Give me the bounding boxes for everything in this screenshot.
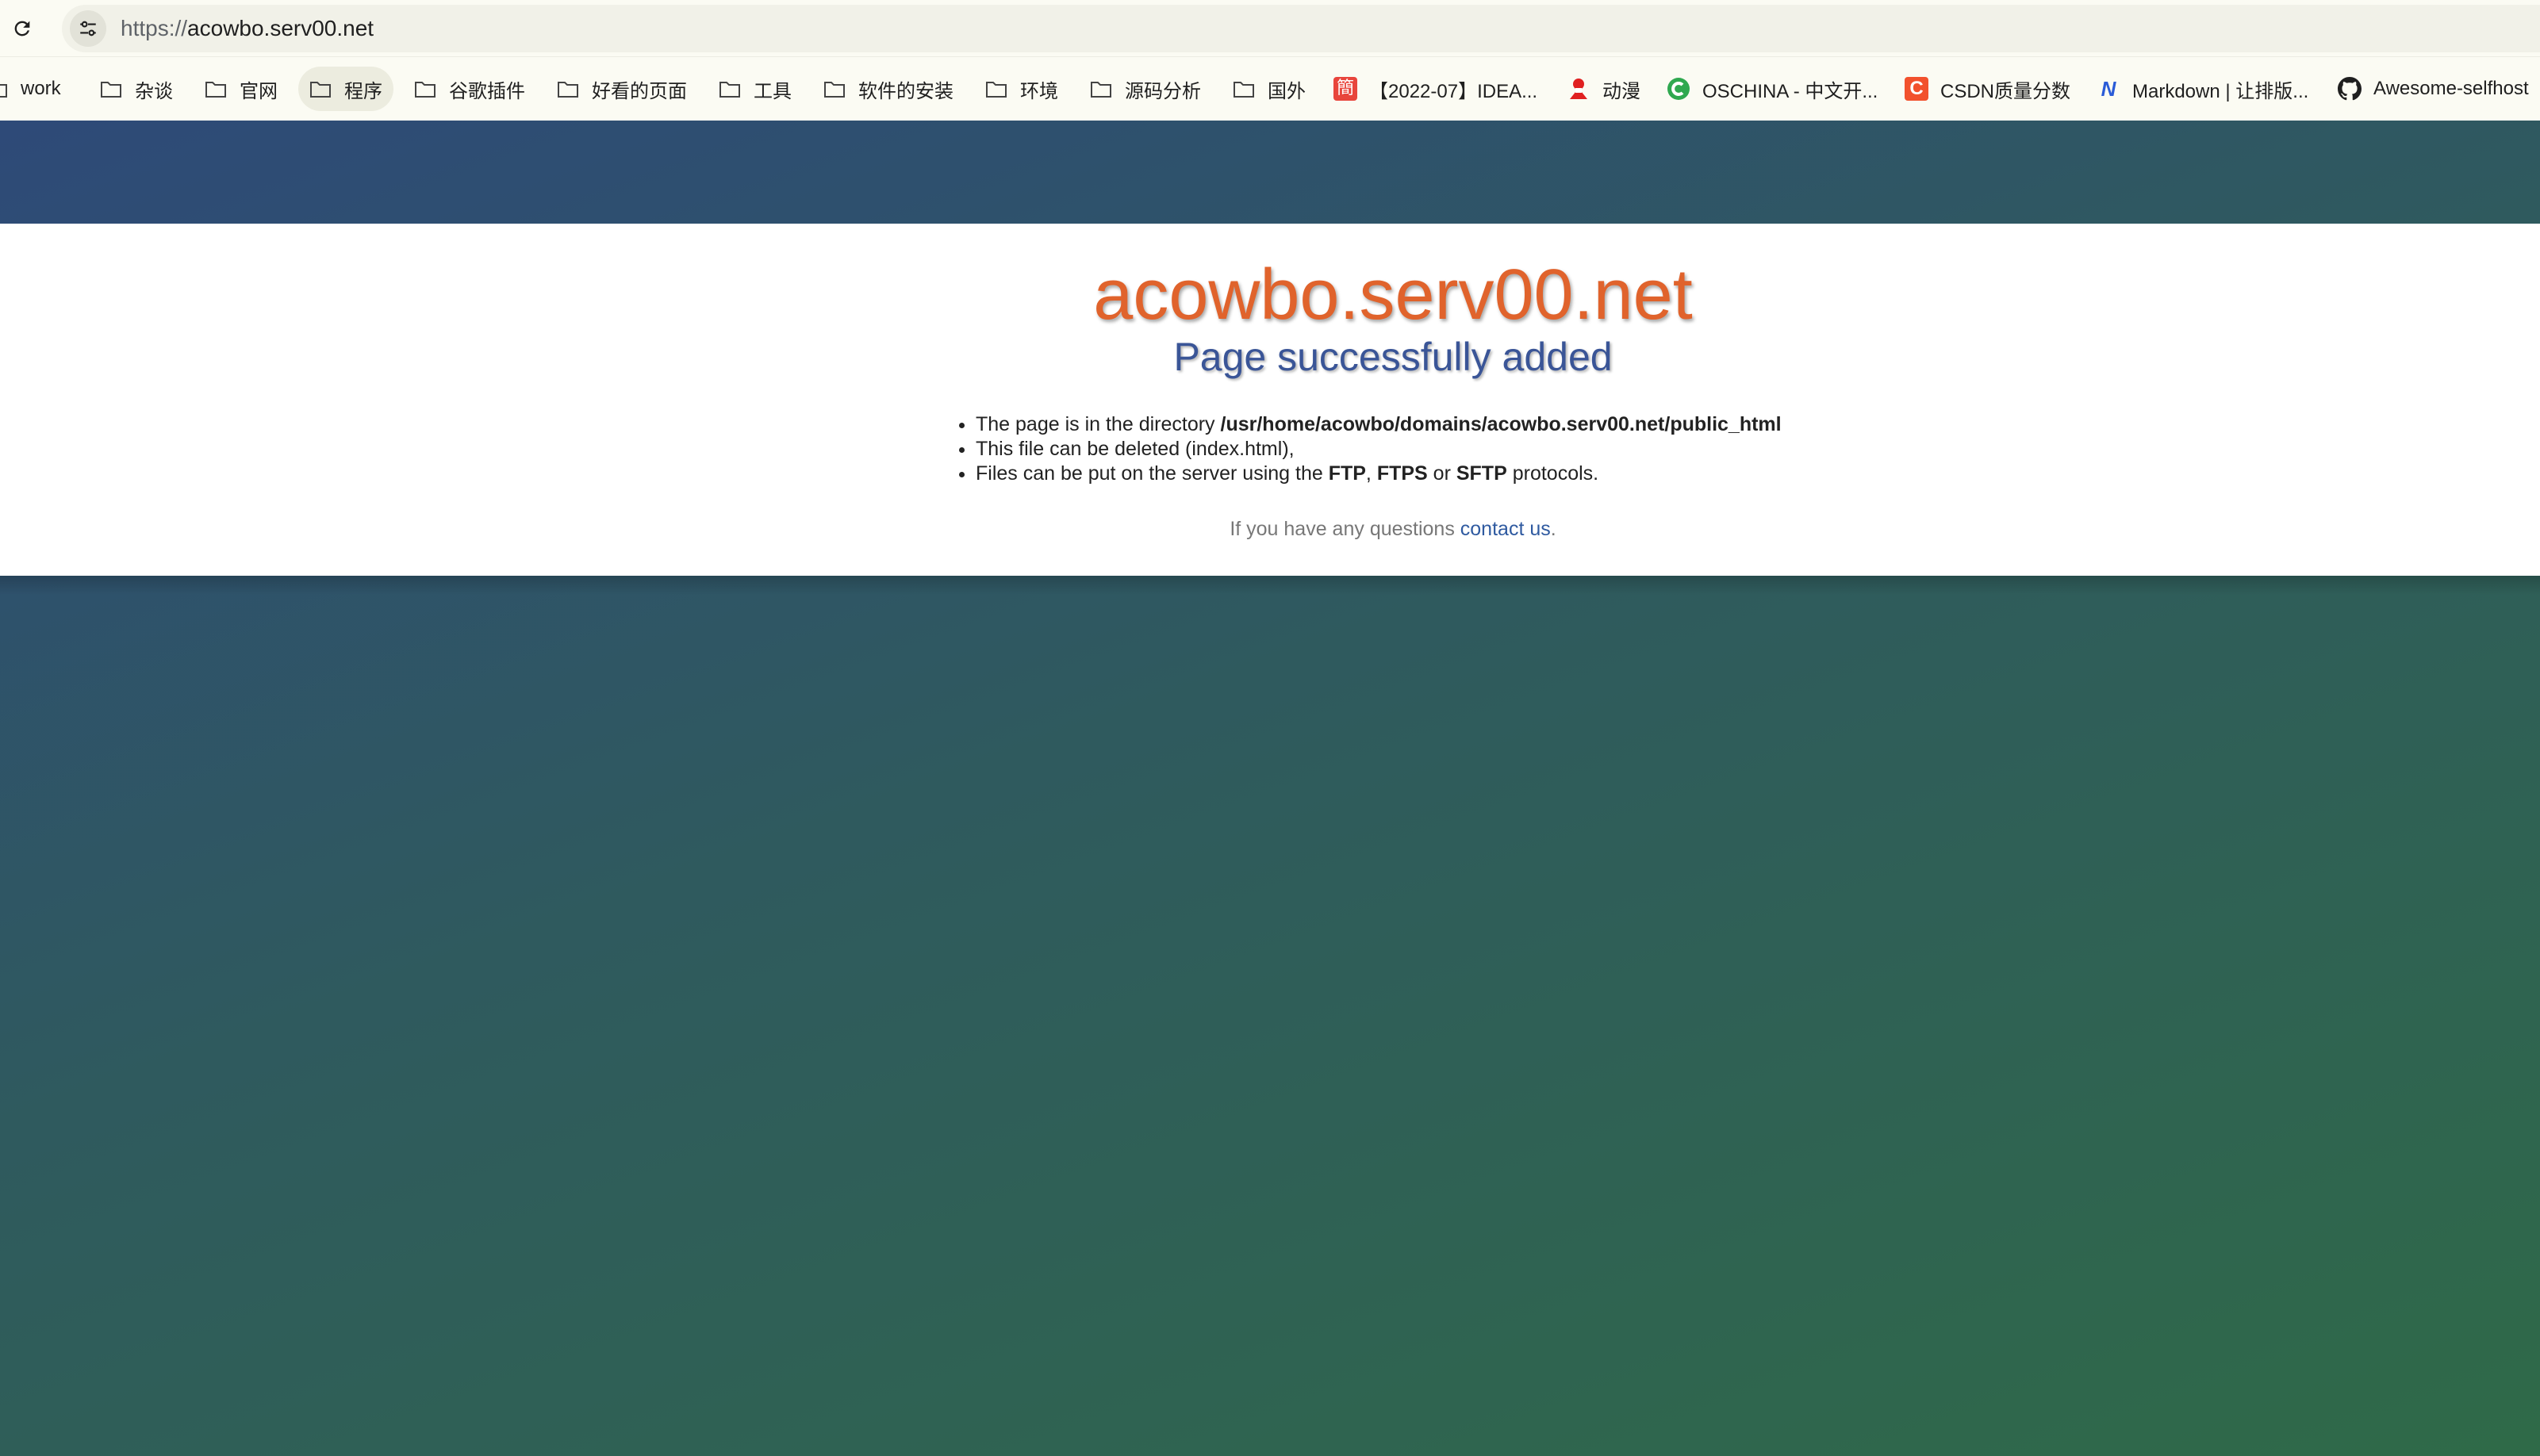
- protocol-ftps: FTPS: [1376, 462, 1428, 485]
- questions-end: .: [1550, 518, 1556, 540]
- folder-icon: [1088, 76, 1114, 102]
- bookmark-label: 谷歌插件: [449, 80, 525, 102]
- folder-icon: [98, 76, 124, 102]
- bookmark-label: 官网: [240, 80, 278, 102]
- questions-line: If you have any questions contact us.: [0, 517, 2540, 541]
- bookmark-folder-source-analysis[interactable]: 源码分析: [1088, 67, 1201, 111]
- folder-icon: [555, 76, 581, 102]
- folder-icon: [203, 76, 228, 102]
- bookmark-label: 软件的安装: [858, 80, 953, 102]
- anime-favicon-icon: [1566, 76, 1591, 102]
- bookmark-label: work: [21, 78, 61, 99]
- csdn-favicon-icon: C: [1904, 76, 1929, 102]
- bookmark-label: 程序: [344, 80, 382, 102]
- reload-button[interactable]: [6, 13, 38, 44]
- folder-icon: [0, 76, 10, 102]
- github-icon: [2337, 76, 2362, 102]
- folder-icon: [412, 76, 438, 102]
- bookmark-idea[interactable]: 簡 【2022-07】IDEA...: [1333, 67, 1537, 111]
- bookmarks-bar: work 杂谈 官网 程序 谷歌插件 好看的页面 工具 软件的安装 环境 源码分…: [0, 57, 2540, 121]
- bookmark-folder-software-install[interactable]: 软件的安装: [822, 67, 953, 111]
- separator: ,: [1365, 462, 1377, 485]
- info-item-directory: The page is in the directory /usr/home/a…: [976, 412, 1782, 437]
- oschina-favicon-icon: [1666, 76, 1691, 102]
- bookmark-label: OSCHINA - 中文开...: [1702, 80, 1878, 102]
- info-item-text: protocols.: [1506, 462, 1599, 485]
- info-item-text: Files can be put on the server using the: [976, 462, 1329, 485]
- reload-icon: [14, 21, 30, 36]
- info-item-text: The page is in the directory: [976, 413, 1221, 435]
- web-page: acowbo.serv00.net Page successfully adde…: [0, 121, 2540, 1456]
- bookmark-label: 国外: [1268, 80, 1306, 102]
- url-text[interactable]: https://acowbo.serv00.net: [121, 16, 374, 41]
- site-info-button[interactable]: [70, 10, 106, 47]
- bookmark-label: 动漫: [1602, 80, 1640, 102]
- separator: or: [1427, 462, 1456, 485]
- questions-text: If you have any questions: [1230, 518, 1460, 540]
- info-item-protocols: Files can be put on the server using the…: [976, 462, 1782, 486]
- bookmark-markdown[interactable]: N Markdown | 让排版...: [2096, 67, 2309, 111]
- info-item-text: This file can be deleted (index.html),: [976, 438, 1295, 460]
- folder-icon: [984, 76, 1009, 102]
- bookmark-folder-chengxu[interactable]: 程序: [298, 67, 393, 111]
- bookmark-folder-chrome-extensions[interactable]: 谷歌插件: [412, 67, 525, 111]
- bookmark-label: 好看的页面: [592, 80, 687, 102]
- bookmark-awesome-selfhost[interactable]: Awesome-selfhost: [2337, 67, 2529, 111]
- bookmark-label: Awesome-selfhost: [2373, 78, 2529, 99]
- folder-icon: [1231, 76, 1257, 102]
- bookmark-folder-foreign[interactable]: 国外: [1231, 67, 1306, 111]
- bookmark-oschina[interactable]: OSCHINA - 中文开...: [1666, 67, 1878, 111]
- bookmark-anime[interactable]: 动漫: [1566, 67, 1640, 111]
- bookmark-label: 工具: [754, 80, 792, 102]
- bookmark-label: Markdown | 让排版...: [2132, 80, 2309, 102]
- url-scheme: https://: [121, 16, 188, 40]
- bookmark-folder-guanwang[interactable]: 官网: [203, 67, 278, 111]
- site-title: acowbo.serv00.net: [1093, 255, 1693, 335]
- info-item-delete: This file can be deleted (index.html),: [976, 437, 1782, 462]
- markdown-favicon-icon: N: [2101, 77, 2116, 101]
- folder-icon: [308, 76, 333, 102]
- protocol-sftp: SFTP: [1456, 462, 1507, 485]
- bookmark-label: 杂谈: [135, 80, 173, 102]
- bookmark-folder-environment[interactable]: 环境: [984, 67, 1058, 111]
- folder-icon: [822, 76, 847, 102]
- page-subtitle: Page successfully added: [1173, 335, 1613, 379]
- protocol-ftp: FTP: [1328, 462, 1366, 485]
- browser-toolbar: https://acowbo.serv00.net: [0, 0, 2540, 57]
- tune-icon: [80, 21, 96, 36]
- bookmark-folder-work[interactable]: work: [0, 67, 61, 111]
- bookmark-label: 【2022-07】IDEA...: [1369, 80, 1538, 102]
- panel-shadow: [0, 576, 2540, 595]
- bookmark-csdn[interactable]: C CSDN质量分数: [1904, 67, 2070, 111]
- bookmark-label: CSDN质量分数: [1940, 80, 2071, 102]
- bookmark-label: 源码分析: [1125, 80, 1201, 102]
- bookmark-label: 环境: [1020, 80, 1058, 102]
- url-host: acowbo.serv00.net: [187, 16, 374, 40]
- bookmark-folder-zatan[interactable]: 杂谈: [98, 67, 173, 111]
- folder-icon: [717, 76, 742, 102]
- jian-favicon-icon: 簡: [1333, 76, 1358, 102]
- bookmark-folder-nice-pages[interactable]: 好看的页面: [555, 67, 687, 111]
- contact-us-link[interactable]: contact us: [1460, 518, 1551, 540]
- directory-path: /usr/home/acowbo/domains/acowbo.serv00.n…: [1220, 413, 1782, 435]
- address-bar[interactable]: https://acowbo.serv00.net: [62, 5, 2540, 52]
- bookmark-folder-tools[interactable]: 工具: [717, 67, 792, 111]
- info-list: The page is in the directory /usr/home/a…: [942, 412, 1782, 486]
